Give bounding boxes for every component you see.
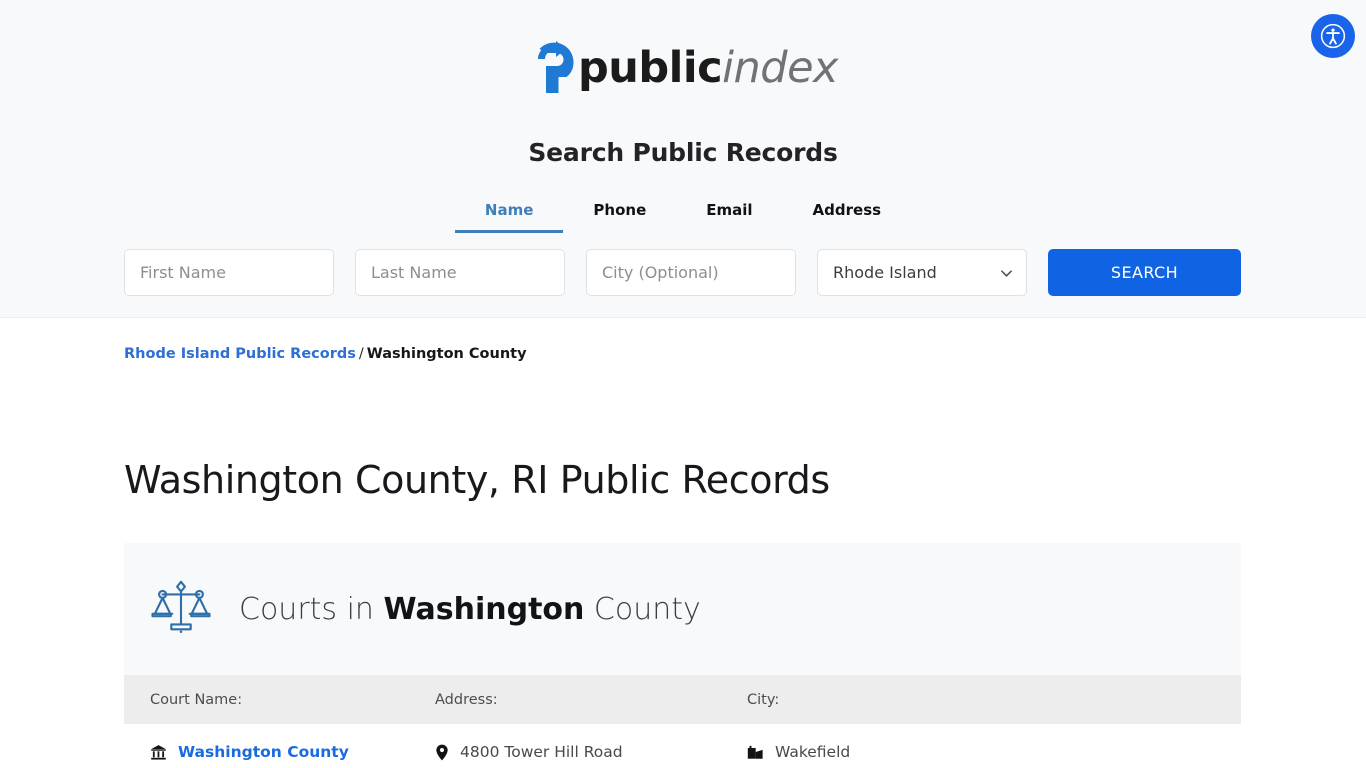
site-header: publicindex Search Public Records Name P…	[0, 0, 1366, 318]
breadcrumb-separator: /	[358, 346, 364, 362]
public-index-p-arrow-logo-icon	[528, 37, 580, 99]
tab-name[interactable]: Name	[454, 196, 564, 233]
address-text: 4800 Tower Hill Road	[460, 743, 623, 761]
breadcrumb: Rhode Island Public Records / Washington C…	[124, 346, 527, 362]
city-text: Wakefield	[775, 743, 851, 761]
search-heading: Search Public Records	[528, 138, 838, 167]
scales-of-justice-icon	[150, 576, 212, 642]
search-button[interactable]: SEARCH	[1048, 249, 1241, 296]
map-pin-icon	[435, 744, 449, 761]
courts-card-header: Courts in Washington County	[124, 543, 1241, 675]
logo-word-index: index	[722, 42, 839, 93]
state-select[interactable]: Rhode Island	[817, 249, 1027, 296]
city-building-icon	[747, 745, 764, 760]
courts-title-county: Washington	[383, 591, 585, 627]
courts-card: Courts in Washington County Court Name: …	[124, 543, 1241, 768]
cell-address: 4800 Tower Hill Road	[435, 743, 747, 761]
search-form: Rhode Island SEARCH	[124, 249, 1241, 296]
courts-title-prefix: Courts in	[239, 591, 384, 627]
court-name-link[interactable]: Washington County	[178, 743, 349, 761]
breadcrumb-parent-link[interactable]: Rhode Island Public Records	[124, 346, 356, 362]
breadcrumb-current: Washington County	[366, 346, 527, 362]
tab-phone[interactable]: Phone	[563, 196, 676, 233]
cell-city: Wakefield	[747, 743, 1241, 761]
site-logo[interactable]: publicindex	[0, 38, 1366, 98]
tab-address[interactable]: Address	[783, 196, 912, 233]
last-name-input[interactable]	[355, 249, 565, 296]
table-row: Washington County 4800 Tower Hill Road W…	[124, 724, 1241, 768]
column-header-city: City:	[747, 691, 780, 708]
page-title: Washington County, RI Public Records	[124, 458, 830, 503]
logo-wordmark: publicindex	[578, 46, 839, 90]
logo-word-public: public	[577, 42, 723, 93]
courts-table-header: Court Name: Address: City:	[124, 675, 1241, 724]
courts-title-suffix: County	[584, 591, 701, 627]
tab-email[interactable]: Email	[676, 196, 782, 233]
search-type-tabs: Name Phone Email Address	[0, 196, 1366, 233]
courthouse-icon	[150, 744, 167, 761]
column-header-court-name: Court Name:	[150, 691, 243, 708]
courts-card-title: Courts in Washington County	[239, 592, 701, 627]
cell-court-name: Washington County	[124, 743, 435, 761]
first-name-input[interactable]	[124, 249, 334, 296]
column-header-address: Address:	[435, 691, 498, 708]
state-select-wrapper: Rhode Island	[817, 249, 1027, 296]
city-input[interactable]	[586, 249, 796, 296]
